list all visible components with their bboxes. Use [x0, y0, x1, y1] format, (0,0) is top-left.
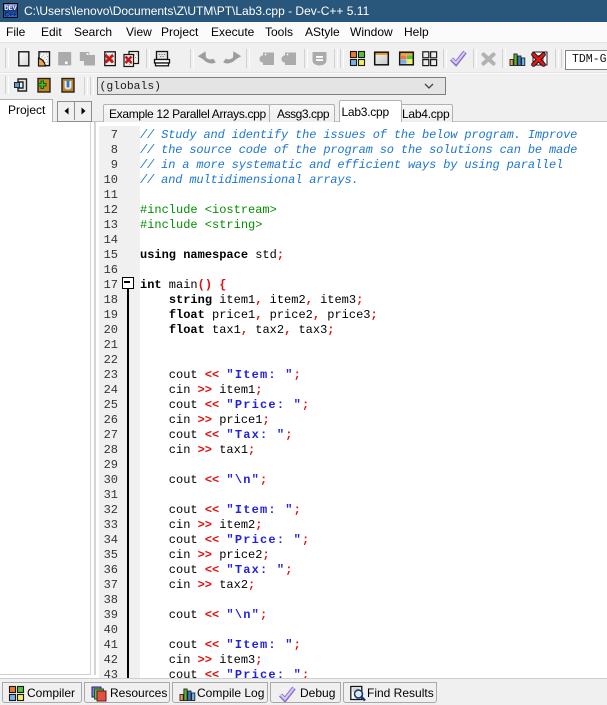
svg-text:C++: C++ — [4, 12, 16, 19]
